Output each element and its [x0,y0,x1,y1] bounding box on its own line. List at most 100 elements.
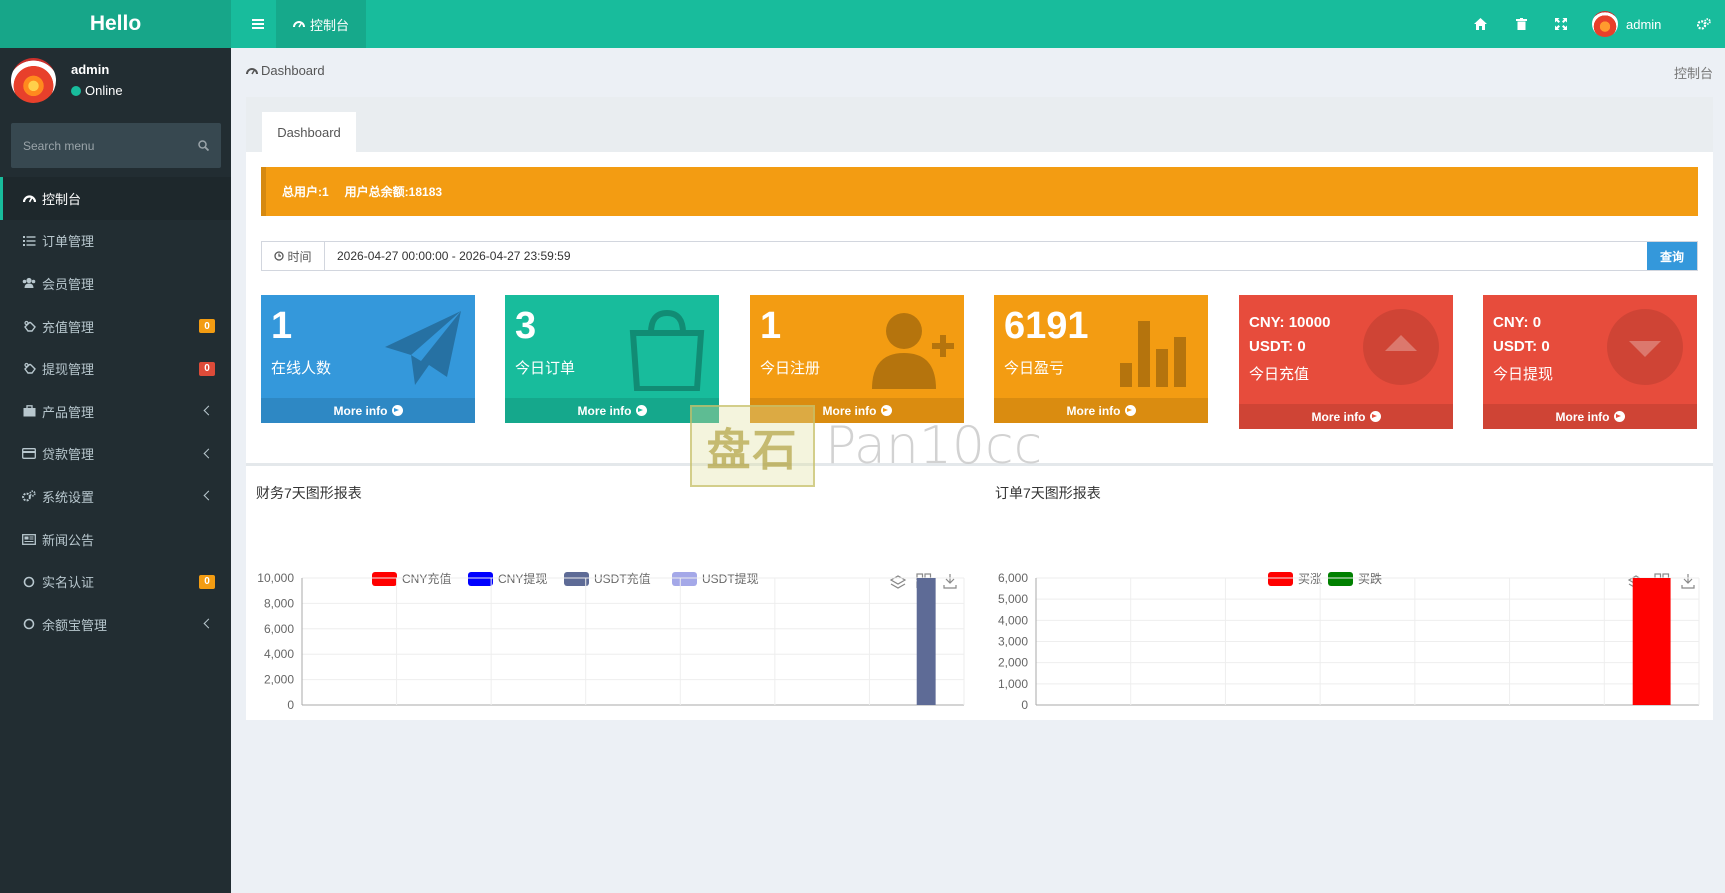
x-tick-label: 2026-04-24 [602,711,664,712]
avatar [1592,11,1618,37]
more-info-link[interactable]: More info [1483,404,1697,429]
sidebar-item-label: 会员管理 [42,276,95,292]
y-tick-label: 2,000 [998,656,1028,670]
search-icon[interactable] [198,140,209,151]
legend-swatch [468,572,493,586]
stat-label: 今日提现 [1493,366,1554,383]
stat-cny: CNY: 0 [1493,314,1542,331]
legend-swatch [672,572,697,586]
arrow-circle-right-icon [1369,411,1381,422]
settings-button[interactable] [1688,0,1720,48]
y-tick-label: 6,000 [264,622,294,636]
filter-label: 时间 [262,242,325,270]
more-info-link[interactable]: More info [1239,404,1453,429]
more-info-label: More info [822,403,877,418]
tab-dashboard[interactable]: 控制台 [276,0,366,48]
gears-icon [22,489,36,503]
hamburger-icon [252,23,264,25]
arrow-circle-right-icon [635,405,647,416]
gears-icon [1697,18,1711,30]
fullscreen-button[interactable] [1545,0,1577,48]
x-tick-label: 2026-04-24 [1337,711,1399,712]
x-tick-label: 2026-04-25 [697,711,759,712]
sidebar-item-9[interactable]: 新闻公告 [0,518,231,561]
breadcrumb-label: Dashboard [261,63,325,78]
legend-swatch [1268,572,1293,586]
user-plus-icon [872,313,954,389]
y-tick-label: 3,000 [998,635,1028,649]
search-input[interactable] [23,138,198,153]
circle-icon [22,575,36,589]
bar-chart-icon [1120,321,1186,387]
total-balance-text: 用户总余额:18183 [344,185,443,199]
tab-label: 控制台 [309,17,349,33]
sidebar-item-3[interactable]: 会员管理 [0,262,231,305]
bar-USDT充值[interactable] [916,578,936,705]
finance-chart: CNY充值 CNY提现 USDT充值 USDT提现02,0004,0006,0008,… [257,571,965,712]
count-badge: 0 [199,574,215,589]
chevron-left-icon [203,491,214,501]
dashboard-icon [246,67,258,74]
app-logo[interactable]: Hello [0,0,231,48]
x-tick-label: 2026-04-22 [413,711,475,712]
watermark-text: Pan10cc [825,416,1043,476]
sidebar-item-4[interactable]: 充值管理 0 [0,305,231,348]
date-filter: 时间 查询 [261,241,1698,271]
y-tick-label: 4,000 [998,613,1028,627]
order-chart: 买涨买跌01,0002,0003,0004,0005,0006,0002026-… [998,571,1700,712]
legend-swatch [372,572,397,586]
sidebar-item-10[interactable]: 实名认证 0 [0,560,231,603]
order-chart-title: 订单7天图形报表 [995,485,1101,501]
arrow-circle-right-icon [880,405,892,416]
x-tick-label: 2026-04-26 [791,711,853,712]
sidebar-user-name: admin [71,62,110,77]
bar-买涨[interactable] [1632,578,1671,705]
home-button[interactable] [1464,0,1496,48]
x-tick-label: 2026-04-26 [1526,711,1588,712]
more-info-link[interactable]: More info [261,398,475,423]
stat-value: 3 [515,305,537,347]
user-menu[interactable]: admin [1592,0,1661,48]
sidebar-item-8[interactable]: 系统设置 [0,475,231,518]
sidebar-item-label: 订单管理 [42,234,95,250]
tab-dashboard-panel[interactable]: Dashboard [262,112,356,152]
query-button[interactable]: 查询 [1647,242,1697,270]
sidebar-item-label: 提现管理 [42,362,95,378]
more-info-label: More info [1311,409,1366,424]
more-info-link[interactable]: More info [750,398,964,423]
sidebar-item-label: 新闻公告 [42,532,95,548]
x-tick-label: 2026-04-25 [1432,711,1494,712]
list-icon [22,234,36,248]
paper-plane-icon [385,311,461,385]
sidebar-item-6[interactable]: 产品管理 [0,390,231,433]
x-tick-label: 2026-04-27 [1621,711,1683,712]
stat-label: 在线人数 [271,360,332,377]
sidebar-item-label: 余额宝管理 [42,617,108,633]
download-icon[interactable] [943,574,957,589]
stat-label: 今日订单 [515,360,576,377]
download-icon[interactable] [1681,574,1695,589]
sidebar-item-7[interactable]: 贷款管理 [0,433,231,476]
hand-icon [22,319,36,333]
stat-label: 今日充值 [1249,366,1310,383]
sidebar-item-label: 实名认证 [42,575,95,591]
arrow-circle-right-icon [1613,411,1625,422]
more-info-link[interactable]: More info [505,398,719,423]
sidebar-item-1[interactable]: 控制台 [0,177,231,220]
count-badge: 0 [199,361,215,376]
filter-label-text: 时间 [287,249,312,264]
dashboard-icon [292,21,305,28]
sidebar-item-2[interactable]: 订单管理 [0,220,231,263]
sidebar-item-11[interactable]: 余额宝管理 [0,603,231,646]
sidebar-toggle-button[interactable] [240,0,276,48]
legend-swatch [1328,572,1353,586]
sidebar-item-5[interactable]: 提现管理 0 [0,347,231,390]
stat-usdt: USDT: 0 [1493,338,1550,355]
breadcrumb: Dashboard [246,63,325,78]
more-info-link[interactable]: More info [994,398,1208,423]
date-range-input[interactable] [325,242,1647,270]
sidebar-item-label: 充值管理 [42,319,95,335]
clear-cache-button[interactable] [1505,0,1537,48]
stat-value: 1 [760,305,782,347]
x-tick-label: 2026-04-22 [1147,711,1209,712]
